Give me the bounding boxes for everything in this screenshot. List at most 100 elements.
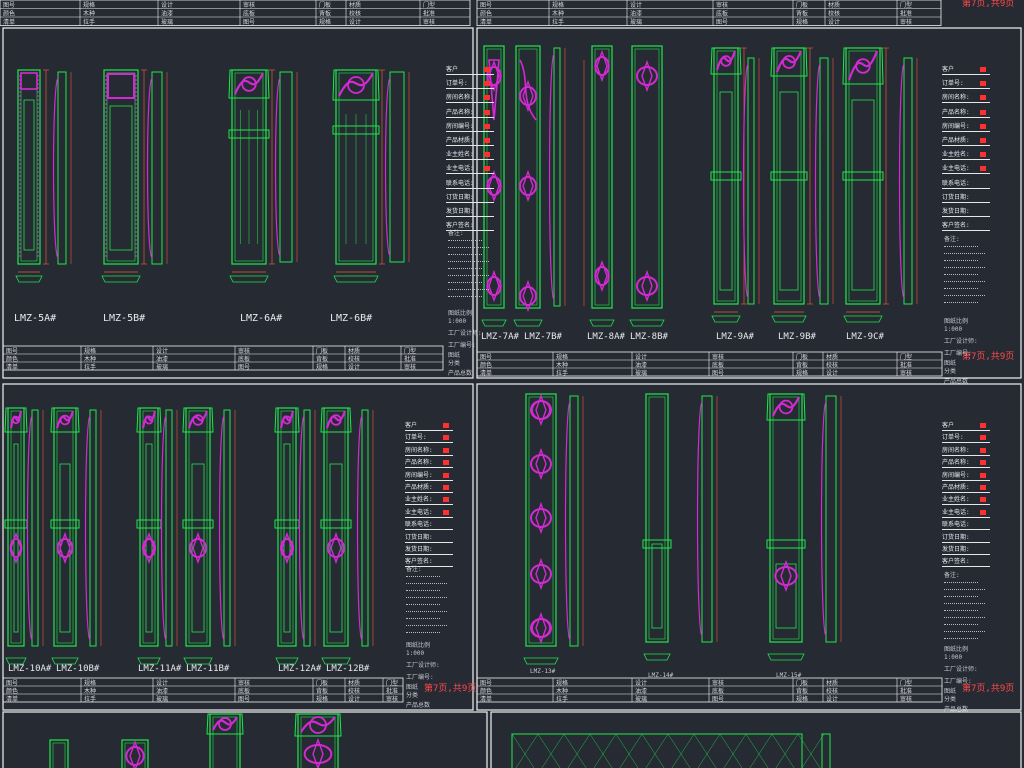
table-cell: 木种 (84, 687, 96, 695)
rosette (107, 73, 135, 99)
edge-carving (135, 131, 137, 133)
column-label: LMZ-7A# (481, 332, 519, 342)
edge-carving (135, 187, 137, 189)
column-base-section (229, 275, 269, 283)
notes-line (406, 604, 440, 605)
table-cell: 门型 (386, 679, 398, 687)
edge-carving (135, 251, 137, 253)
edge-carving (37, 147, 39, 149)
table-cell: 审核 (238, 679, 250, 687)
edge-carving (135, 127, 137, 129)
notes-line (406, 625, 447, 626)
edge-carving (37, 95, 39, 97)
edge-carving (105, 183, 107, 185)
edge-carving (105, 239, 107, 241)
footer-table (476, 0, 942, 26)
table-cell: 图号 (480, 680, 492, 687)
title-block-rule (405, 442, 453, 444)
title-block-field: 图纸 (448, 352, 461, 359)
title-block-field: 客户签名: (942, 222, 970, 230)
edge-carving (19, 167, 21, 169)
status-marker (980, 423, 986, 428)
edge-carving (135, 243, 137, 245)
table-cell: 门型 (900, 679, 912, 687)
title-block-rule (942, 159, 990, 161)
side-view (819, 57, 829, 305)
lattice (745, 733, 769, 768)
table-cell: 设计 (348, 695, 360, 703)
title-block-field: 业主电话: (942, 508, 970, 516)
lattice (749, 733, 773, 768)
edge-carving (19, 135, 21, 137)
column-base-section (15, 275, 43, 283)
footer-table (476, 677, 943, 703)
edge-carving (135, 79, 137, 81)
title-block-rule (942, 504, 990, 506)
edge-carving (105, 207, 107, 209)
edge-carving (37, 191, 39, 193)
table-cell: 图号 (238, 364, 250, 371)
side-view (903, 57, 913, 305)
column-band (182, 519, 214, 529)
edge-carving (135, 75, 137, 77)
table-cell: 设计 (156, 679, 168, 687)
lattice (537, 733, 561, 768)
table-cell: 背板 (319, 10, 331, 18)
edge-carving (19, 119, 21, 121)
title-block-field: 房间名称: (942, 94, 970, 102)
title-block-rule (405, 479, 453, 481)
edge-carving (19, 111, 21, 113)
table-cell: 校核 (348, 687, 360, 695)
title-block-rule (405, 467, 453, 469)
title-block-rule (446, 130, 494, 132)
edge-carving (37, 215, 39, 217)
column-carving (300, 716, 336, 733)
title-block-field: 业主电话: (446, 165, 474, 173)
column-panel (23, 99, 35, 251)
edge-carving (19, 223, 21, 225)
column-inner (648, 396, 666, 640)
title-block-field: 产品名称: (942, 108, 970, 116)
edge-carving (37, 123, 39, 125)
column-inner (142, 410, 156, 644)
column-carving (9, 538, 23, 558)
lattice (719, 733, 743, 768)
title-block-field: 图纸比例 (448, 310, 473, 317)
title-block-field: 工厂编号: (944, 678, 972, 685)
title-block-rule (446, 187, 494, 189)
side-view (701, 395, 713, 643)
table-cell: 校核 (349, 10, 361, 18)
edge-carving (37, 187, 39, 189)
column-label: LMZ-9C# (846, 332, 884, 342)
column-carving (530, 454, 552, 474)
table-cell: 拉手 (552, 18, 564, 26)
title-block-field: 房间名称: (942, 446, 970, 454)
edge-carving (105, 243, 107, 245)
table-cell: 拉手 (84, 695, 96, 703)
title-block-field: 订单号: (942, 80, 964, 88)
column-carving (125, 746, 145, 766)
edge-carving (19, 171, 21, 173)
column-label: LMZ-7B# (524, 332, 562, 342)
column-carving (715, 50, 737, 71)
side-view (279, 71, 293, 263)
column-base-section (843, 315, 883, 323)
title-block-rule (942, 529, 990, 531)
status-marker (980, 435, 986, 441)
sheet-frame (2, 27, 474, 379)
title-block-rule (942, 102, 990, 104)
column-label: LMZ-5A# (14, 313, 57, 324)
title-block-field: 发货日期: (446, 208, 474, 215)
edge-carving (37, 203, 39, 205)
table-cell: 拉手 (556, 369, 568, 377)
column-label: LMZ-10B# (56, 664, 100, 674)
lattice (641, 733, 665, 768)
edge-carving (135, 211, 137, 213)
edge-carving (37, 211, 39, 213)
edge-carving (105, 143, 107, 145)
table-cell: 批准 (900, 687, 912, 695)
table-cell: 设计 (630, 1, 642, 9)
edge-carving (135, 135, 137, 137)
edge-carving (135, 183, 137, 185)
notes-line (448, 296, 482, 297)
